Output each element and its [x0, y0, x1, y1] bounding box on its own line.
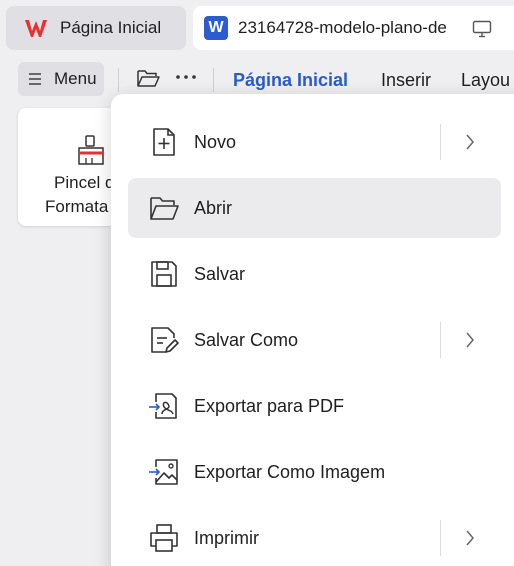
- menu-item-save[interactable]: Salvar: [128, 244, 501, 304]
- chevron-right-icon[interactable]: [464, 331, 476, 349]
- menu-item-export-pdf-label: Exportar para PDF: [194, 395, 345, 416]
- tab-home[interactable]: Página Inicial: [6, 6, 186, 50]
- submenu-divider: [440, 520, 441, 556]
- format-painter-label-line1: Pincel d: [54, 173, 115, 192]
- monitor-icon[interactable]: [472, 20, 492, 38]
- new-file-icon: [153, 128, 175, 156]
- menu-item-new[interactable]: Novo: [128, 112, 501, 172]
- chevron-right-icon[interactable]: [464, 529, 476, 547]
- export-pdf-icon: [149, 393, 177, 419]
- save-as-icon: [151, 327, 179, 353]
- export-image-icon: [149, 459, 178, 485]
- print-icon: [150, 524, 178, 552]
- menu-button[interactable]: Menu: [18, 62, 104, 96]
- toolbar-divider: [118, 68, 119, 92]
- menu-item-save-as[interactable]: Salvar Como: [128, 310, 501, 370]
- submenu-divider: [440, 124, 441, 160]
- menu-item-open-label: Abrir: [194, 197, 233, 218]
- save-icon: [151, 261, 177, 287]
- menu-item-new-label: Novo: [194, 131, 237, 152]
- menu-item-export-image[interactable]: Exportar Como Imagem: [128, 442, 501, 502]
- open-folder-icon: [150, 197, 179, 220]
- menu-item-print[interactable]: Imprimir: [128, 508, 501, 566]
- tab-document[interactable]: W 23164728-modelo-plano-de: [193, 6, 514, 50]
- wps-logo-icon: [25, 20, 47, 37]
- menu-item-save-label: Salvar: [194, 263, 246, 284]
- word-doc-icon: W: [204, 16, 228, 40]
- file-menu-dropdown: Novo Abrir Salvar Salvar Como Exportar p…: [111, 94, 514, 566]
- menu-item-export-image-label: Exportar Como Imagem: [194, 461, 386, 482]
- menu-button-label: Menu: [54, 69, 97, 88]
- toolbar-divider: [213, 68, 214, 92]
- format-painter-label-line2: Formata: [45, 197, 109, 216]
- format-painter-icon: [78, 135, 104, 165]
- menu-item-print-label: Imprimir: [194, 527, 259, 548]
- menu-item-save-as-label: Salvar Como: [194, 329, 299, 350]
- tab-document-label: 23164728-modelo-plano-de: [238, 18, 447, 37]
- tab-bar: Página Inicial W 23164728-modelo-plano-d…: [0, 0, 514, 56]
- tab-home-label: Página Inicial: [60, 18, 162, 37]
- chevron-right-icon[interactable]: [464, 133, 476, 151]
- submenu-divider: [440, 322, 441, 358]
- ribbon-tab-home[interactable]: Página Inicial: [233, 70, 348, 91]
- menu-item-export-pdf[interactable]: Exportar para PDF: [128, 376, 501, 436]
- ribbon-tab-layout[interactable]: Layou: [461, 70, 510, 91]
- ribbon-tab-insert[interactable]: Inserir: [381, 70, 431, 91]
- menu-item-open[interactable]: Abrir: [128, 178, 501, 238]
- more-options-icon[interactable]: [174, 72, 198, 82]
- hamburger-icon: [29, 73, 41, 85]
- open-folder-icon[interactable]: [136, 68, 160, 88]
